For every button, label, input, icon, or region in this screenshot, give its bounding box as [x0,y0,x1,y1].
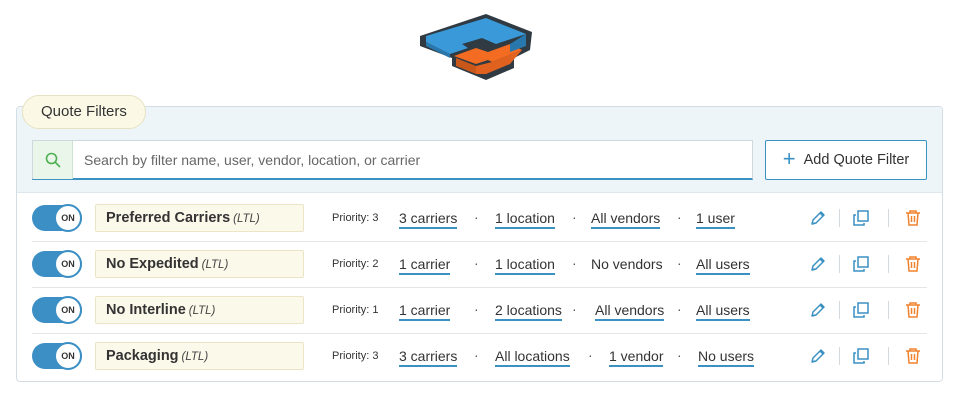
trash-icon[interactable] [904,301,922,319]
filter-type: (LTL) [201,259,229,271]
filter-row: ON Preferred Carriers (LTL) Priority: 3 3… [32,196,927,242]
action-divider [839,209,840,227]
filter-type: (LTL) [233,213,260,225]
filter-toggle[interactable]: ON [32,204,82,232]
users-link[interactable]: All users [696,242,750,286]
action-divider [888,255,889,273]
trash-icon[interactable] [904,255,922,273]
toggle-state: ON [54,342,82,370]
copy-icon[interactable] [852,301,870,319]
filter-row: ON No Interline (LTL) Priority: 1 1 carri… [32,288,927,334]
pencil-icon[interactable] [809,209,827,227]
search-icon[interactable] [33,141,73,179]
filter-name-box: Preferred Carriers (LTL) [95,204,304,232]
separator-dot: · [677,255,682,271]
action-divider [888,209,889,227]
action-divider [839,255,840,273]
search-input[interactable] [74,141,752,179]
separator-dot: · [474,301,479,317]
pencil-icon[interactable] [809,255,827,273]
filter-name: Preferred Carriers [106,210,231,226]
copy-icon[interactable] [852,209,870,227]
filter-priority: Priority: 3 [332,212,379,224]
vendors-link[interactable]: All vendors [595,288,665,332]
locations-link[interactable]: 1 location [495,242,555,286]
panel-title: Quote Filters [22,95,146,129]
carriers-link[interactable]: 3 carriers [399,196,458,240]
plus-icon: + [782,146,796,171]
copy-icon[interactable] [852,255,870,273]
filter-type: (LTL) [181,351,209,363]
carriers-link[interactable]: 1 carrier [399,288,451,332]
action-divider [839,347,840,365]
locations-link[interactable]: 2 locations [495,288,562,332]
pencil-icon[interactable] [809,301,827,319]
separator-dot: · [677,209,682,225]
filter-list: ON Preferred Carriers (LTL) Priority: 3 3… [32,196,927,380]
separator-dot: · [677,347,682,363]
filter-name-box: No Expedited (LTL) [95,250,304,278]
separator-dot: · [572,209,577,225]
users-link[interactable]: 1 user [696,196,735,240]
separator-dot: · [474,255,479,271]
toggle-state: ON [54,296,82,324]
separator-dot: · [677,301,682,317]
pencil-icon[interactable] [809,347,827,365]
filter-name: No Interline [106,302,186,318]
filter-priority: Priority: 2 [332,258,379,270]
filter-name: No Expedited [106,256,199,272]
separator-dot: · [474,209,479,225]
vendors-link[interactable]: All vendors [591,196,661,240]
separator-dot: · [572,301,577,317]
separator-dot: · [588,347,593,363]
filter-priority: Priority: 1 [332,304,379,316]
vendors-link[interactable]: 1 vendor [609,334,664,378]
filter-name: Packaging [106,348,179,364]
filter-name-box: Packaging (LTL) [95,342,304,370]
add-quote-filter-button[interactable]: + Add Quote Filter [765,140,927,180]
action-divider [839,301,840,319]
filter-priority: Priority: 3 [332,350,379,362]
filter-row: ON Packaging (LTL) Priority: 3 3 carriers… [32,334,927,380]
filter-row: ON No Expedited (LTL) Priority: 2 1 carri… [32,242,927,288]
users-link[interactable]: No users [698,334,755,378]
action-divider [888,301,889,319]
filter-toggle[interactable]: ON [32,342,82,370]
filter-type: (LTL) [188,305,216,317]
trash-icon[interactable] [904,347,922,365]
company-logo [420,14,532,80]
locations-link[interactable]: 1 location [495,196,555,240]
filter-toggle[interactable]: ON [32,250,82,278]
filter-toggle[interactable]: ON [32,296,82,324]
toggle-state: ON [54,204,82,232]
filter-name-box: No Interline (LTL) [95,296,304,324]
trash-icon[interactable] [904,209,922,227]
toggle-state: ON [54,250,82,278]
users-link[interactable]: All users [696,288,750,332]
add-quote-filter-label: Add Quote Filter [803,152,910,168]
action-divider [888,347,889,365]
locations-link[interactable]: All locations [495,334,570,378]
search-bar [32,140,753,180]
copy-icon[interactable] [852,347,870,365]
vendors-text: No vendors [591,256,663,272]
separator-dot: · [572,255,577,271]
separator-dot: · [474,347,479,363]
carriers-link[interactable]: 3 carriers [399,334,458,378]
carriers-link[interactable]: 1 carrier [399,242,451,286]
